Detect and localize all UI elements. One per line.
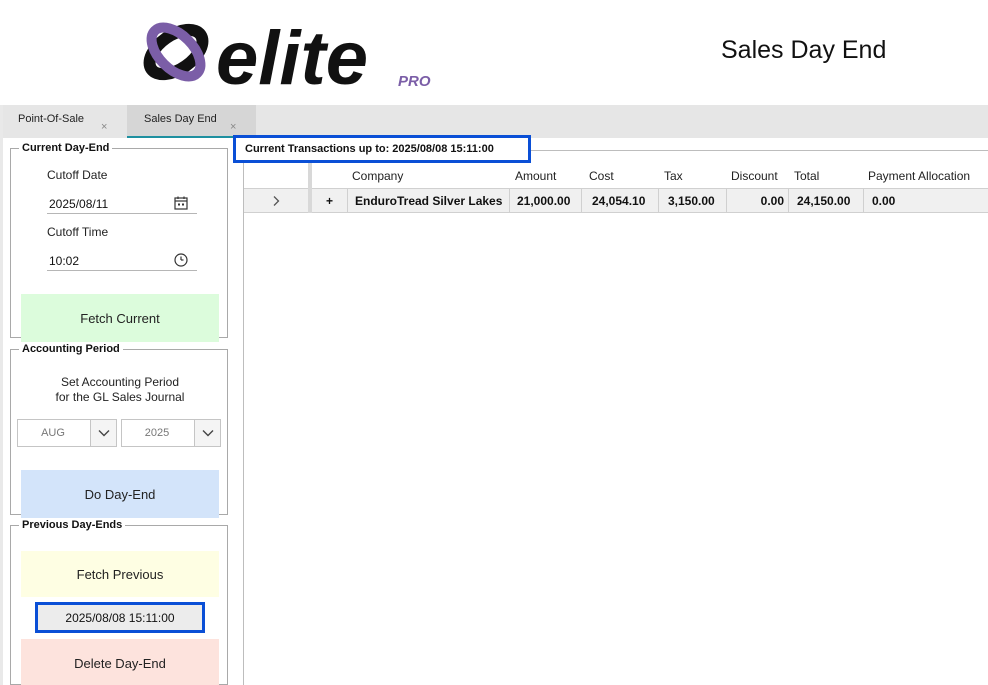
expand-row-toggle[interactable] — [244, 189, 308, 213]
column-header-amount[interactable]: Amount — [515, 169, 556, 183]
column-header-discount[interactable]: Discount — [731, 169, 778, 183]
page-title: Sales Day End — [721, 36, 887, 64]
transactions-grid: Company Amount Cost Tax Discount Total P… — [244, 163, 988, 213]
logo-pro-mark: PRO — [398, 73, 431, 90]
tab-label: Sales Day End — [144, 113, 217, 125]
tab-strip: Point-Of-Sale × Sales Day End × — [3, 105, 988, 138]
logo-wordmark: elite — [216, 16, 368, 92]
cell-amount: 21,000.00 — [510, 189, 582, 213]
previous-day-ends-legend: Previous Day-Ends — [22, 519, 123, 531]
clock-icon[interactable] — [173, 252, 189, 268]
column-header-total[interactable]: Total — [794, 169, 819, 183]
do-day-end-button[interactable]: Do Day-End — [21, 470, 219, 518]
tab-point-of-sale[interactable]: Point-Of-Sale × — [3, 105, 127, 138]
tab-label: Point-Of-Sale — [18, 113, 85, 125]
month-value: AUG — [41, 427, 65, 439]
fetch-current-button[interactable]: Fetch Current — [21, 294, 219, 342]
app-header: elite PRO Sales Day End — [0, 0, 988, 105]
cutoff-time-label: Cutoff Time — [47, 225, 109, 239]
elite-pro-logo: elite PRO — [143, 16, 431, 92]
cell-cost: 24,054.10 — [582, 189, 659, 213]
cell-tax: 3,150.00 — [659, 189, 727, 213]
column-header-payment-allocation[interactable]: Payment Allocation — [868, 169, 970, 183]
column-header-company[interactable]: Company — [352, 169, 403, 183]
close-icon[interactable]: × — [101, 121, 107, 133]
description-line: for the GL Sales Journal — [55, 390, 185, 404]
description-line: Set Accounting Period — [60, 375, 180, 389]
accounting-period-group: Accounting Period Set Accounting Period … — [10, 343, 229, 518]
year-select[interactable]: 2025 — [121, 419, 221, 447]
chevron-down-icon[interactable] — [90, 420, 116, 446]
cutoff-time-value: 10:02 — [49, 254, 80, 268]
delete-day-end-button[interactable]: Delete Day-End — [21, 639, 219, 685]
year-value: 2025 — [144, 427, 170, 439]
table-row[interactable]: + EnduroTread Silver Lakes 21,000.00 24,… — [244, 189, 988, 213]
grid-header-row: Company Amount Cost Tax Discount Total P… — [244, 163, 988, 189]
cell-payment-allocation: 0.00 — [872, 194, 896, 208]
column-header-tax[interactable]: Tax — [664, 169, 683, 183]
fetch-previous-button[interactable]: Fetch Previous — [21, 551, 219, 597]
accounting-period-legend: Accounting Period — [22, 343, 120, 355]
cell-company: EnduroTread Silver Lakes — [348, 189, 510, 213]
calendar-icon[interactable] — [173, 195, 189, 211]
transactions-header: Current Transactions up to: 2025/08/08 1… — [233, 135, 531, 163]
tab-sales-day-end[interactable]: Sales Day End × — [127, 105, 256, 138]
panel-divider — [243, 150, 244, 685]
column-header-cost[interactable]: Cost — [589, 169, 614, 183]
cell-total: 24,150.00 — [789, 189, 864, 213]
cutoff-time-field[interactable]: 10:02 — [47, 251, 197, 271]
cell-discount: 0.00 — [727, 189, 789, 213]
row-header-separator — [308, 163, 312, 189]
plus-icon[interactable]: + — [312, 189, 348, 213]
current-day-end-legend: Current Day-End — [22, 142, 110, 154]
cutoff-date-value: 2025/08/11 — [49, 197, 109, 211]
logo-swirl-icon — [143, 22, 209, 82]
chevron-right-icon — [273, 196, 280, 206]
month-select[interactable]: AUG — [17, 419, 117, 447]
accounting-period-description: Set Accounting Period for the GL Sales J… — [11, 375, 229, 405]
cutoff-date-label: Cutoff Date — [47, 168, 108, 182]
close-icon[interactable]: × — [230, 121, 236, 133]
previous-day-ends-group: Previous Day-Ends Fetch Previous 2025/08… — [10, 519, 228, 685]
chevron-down-icon[interactable] — [194, 420, 220, 446]
previous-day-end-item[interactable]: 2025/08/08 15:11:00 — [35, 602, 205, 633]
cutoff-date-field[interactable]: 2025/08/11 — [47, 194, 197, 214]
current-day-end-group: Current Day-End Cutoff Date 2025/08/11 C… — [10, 142, 228, 342]
